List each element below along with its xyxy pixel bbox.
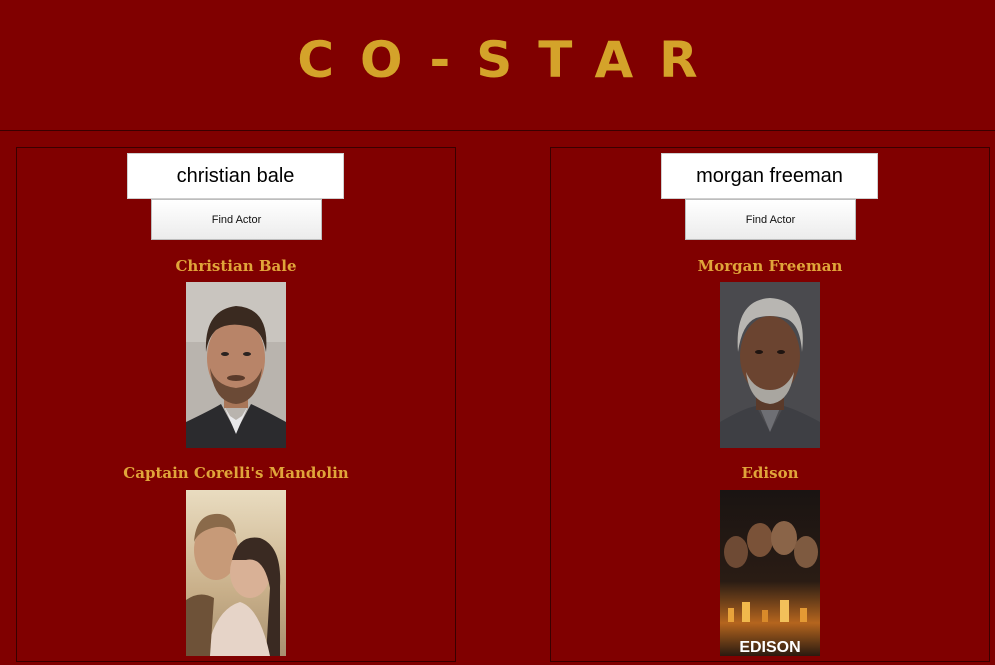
find-actor-button-left[interactable]: Find Actor	[151, 199, 322, 240]
movie-title-right: Edison	[741, 464, 799, 482]
actor-name-right: Morgan Freeman	[697, 257, 843, 275]
actor-photo-right	[720, 282, 820, 448]
actor-search-input-right[interactable]	[661, 153, 878, 199]
header: CO-STAR	[0, 0, 995, 131]
movie-title-left: Captain Corelli's Mandolin	[123, 464, 349, 482]
poster-title-text: EDISON	[739, 639, 800, 656]
actor-photo-left	[186, 282, 286, 448]
movie-poster-left	[186, 490, 286, 656]
actor-panel-left: Find Actor Christian Bale Captain Corell…	[16, 147, 456, 662]
actor-panel-right: Find Actor Morgan Freeman Edison	[550, 147, 990, 662]
actor-search-input-left[interactable]	[127, 153, 344, 199]
actor-name-left: Christian Bale	[175, 257, 297, 275]
site-title: CO-STAR	[297, 31, 724, 89]
find-actor-button-right[interactable]: Find Actor	[685, 199, 856, 240]
movie-poster-right: EDISON	[720, 490, 820, 656]
